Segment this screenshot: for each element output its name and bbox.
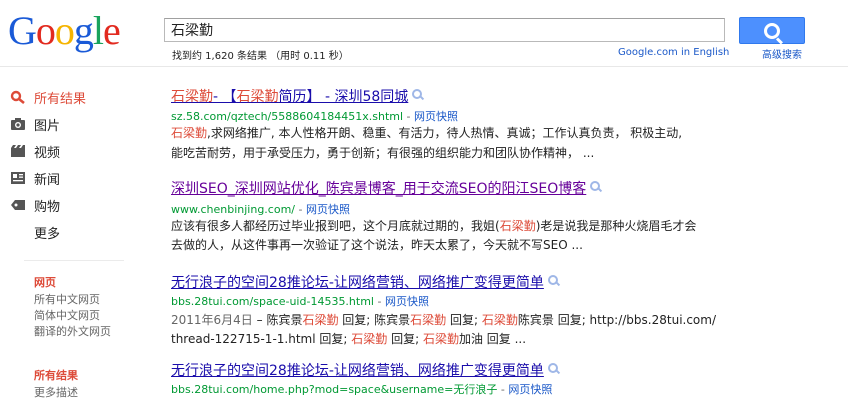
snippet-highlight: 石梁勤 [422,332,459,346]
snippet-date: 2011年6月4日 [171,313,253,327]
snippet-text: 能吃苦耐劳，用于承受压力，勇于创新；有很强的组织能力和团队协作精神， ... [171,146,595,160]
result-url: sz.58.com/qztech/5588604184451x.shtml - … [171,108,458,124]
url-text: bbs.28tui.com/home.php?mod=space&usernam… [171,383,498,396]
preview-magnifier-icon[interactable] [547,363,561,376]
nav-label: 更多 [34,226,61,242]
title-text: 无行浪子的空间28推论坛-让网络营销、网络推广变得更简单 [171,363,544,379]
logo-letter: G [8,8,37,53]
filter-simplified[interactable]: 简体中文网页 [34,307,100,323]
title-text: 无行浪子的空间28推论坛-让网络营销、网络推广变得更简单 [171,275,544,291]
preview-magnifier-icon[interactable] [547,275,561,288]
result-title-link[interactable]: 深圳SEO_深圳网站优化_陈宾景博客_用于交流SEO的阳江SEO博客 [171,178,603,198]
search-box[interactable] [164,18,725,42]
result-url: bbs.28tui.com/space-uid-14535.html - 网页快… [171,293,429,309]
result-snippet-line: 石梁勤,求网络推广, 本人性格开朗、稳重、有活力，待人热情、真诚；工作认真负责，… [171,124,682,142]
snippet-highlight: 石梁勤 [171,126,208,140]
nav-label: 所有结果 [34,91,87,107]
search-button[interactable] [739,17,805,44]
result-url: bbs.28tui.com/home.php?mod=space&usernam… [171,381,552,397]
result-title-link[interactable]: 无行浪子的空间28推论坛-让网络营销、网络推广变得更简单 [171,360,561,380]
google-logo[interactable]: Google [8,8,121,54]
filter-heading-web[interactable]: 网页 [34,274,56,290]
result-url: www.chenbinjing.com/ - 网页快照 [171,201,350,217]
logo-letter: e [103,8,121,53]
header-divider [0,66,848,67]
snippet-text: ,求网络推广, 本人性格开朗、稳重、有活力，待人热情、真诚；工作认真负责， 积极… [207,126,683,140]
cache-link[interactable]: 网页快照 [414,110,458,123]
result-title-link[interactable]: 无行浪子的空间28推论坛-让网络营销、网络推广变得更简单 [171,272,561,292]
nav-label: 新闻 [34,172,61,188]
title-text: - 【 [213,89,237,105]
snippet-text: 陈宾景 回复; http://bbs.28tui.com/ [517,313,717,327]
filter-translated[interactable]: 翻译的外文网页 [34,323,111,339]
result-snippet-line: 去做的人，从这件事再一次验证了这个说法，昨天太累了，今天就不写SEO ... [171,236,583,254]
search-icon [764,23,780,39]
url-text: www.chenbinjing.com/ [171,203,296,216]
filter-all-chinese[interactable]: 所有中文网页 [34,291,100,307]
title-text: 简历】 - 深圳58同城 [278,89,409,105]
snippet-text: 应该有很多人都经历过毕业报到吧，这个月底就过期的，我姐( [171,219,500,233]
newspaper-icon [11,172,25,184]
tag-icon [11,200,25,210]
result-title-link[interactable]: 石梁勤- 【石梁勤简历】 - 深圳58同城 [171,86,425,106]
snippet-text: 回复; [387,332,423,346]
search-icon [10,90,25,104]
logo-letter: g [73,8,94,53]
url-separator: - [403,110,414,123]
snippet-highlight: 石梁勤 [410,313,447,327]
cache-link[interactable]: 网页快照 [508,383,552,396]
cache-link[interactable]: 网页快照 [306,203,350,216]
snippet-text: )老是说我是那种火烧眉毛才会 [535,219,697,233]
highlight: 石梁勤 [236,89,279,105]
result-snippet-line: thread-122715-1-1.html 回复; 石梁勤 回复; 石梁勤加油… [171,330,526,348]
snippet-highlight: 石梁勤 [302,313,339,327]
logo-letter: l [92,8,104,53]
snippet-text: 去做的人，从这件事再一次验证了这个说法，昨天太累了，今天就不写SEO ... [171,238,583,252]
snippet-highlight: 石梁勤 [481,313,518,327]
url-separator: - [374,295,385,308]
result-stats: 找到约 1,620 条结果 （用时 0.11 秒） [172,51,349,62]
preview-magnifier-icon[interactable] [590,181,603,194]
url-separator: - [295,203,306,216]
logo-letter: o [35,8,56,53]
filter-heading-all-results[interactable]: 所有结果 [34,367,78,383]
result-snippet-line: 应该有很多人都经历过毕业报到吧，这个月底就过期的，我姐(石梁勤)老是说我是那种火… [171,217,696,235]
nav-label: 图片 [34,118,61,134]
snippet-text: 回复; 陈宾景 [338,313,411,327]
nav-label: 视频 [34,145,61,161]
cache-link[interactable]: 网页快照 [385,295,429,308]
url-text: sz.58.com/qztech/5588604184451x.shtml [171,110,404,123]
nav-label: 购物 [34,199,61,215]
search-input[interactable] [171,20,711,40]
nav-divider [24,260,124,261]
title-text: 深圳SEO_深圳网站优化_陈宾景博客_用于交流SEO的阳江SEO博客 [171,181,587,197]
snippet-text: 回复; [446,313,482,327]
filter-more-desc[interactable]: 更多描述 [34,384,78,400]
snippet-highlight: 石梁勤 [351,332,388,346]
result-snippet-line: 2011年6月4日 – 陈宾景石梁勤 回复; 陈宾景石梁勤 回复; 石梁勤陈宾景… [171,311,716,329]
snippet-text: 加油 回复 ... [458,332,527,346]
result-snippet-line: 能吃苦耐劳，用于承受压力，勇于创新；有很强的组织能力和团队协作精神， ... [171,144,594,162]
highlight: 石梁勤 [171,89,213,105]
url-text: bbs.28tui.com/space-uid-14535.html [171,295,374,308]
url-separator: - [497,383,509,396]
camera-icon [11,118,25,130]
film-icon [11,145,25,157]
logo-letter: o [54,8,75,53]
google-english-link[interactable]: Google.com in English [618,47,729,58]
snippet-text: – 陈宾景 [252,313,303,327]
snippet-highlight: 石梁勤 [499,219,536,233]
preview-magnifier-icon[interactable] [412,89,425,102]
advanced-search-link[interactable]: 高级搜索 [762,46,802,61]
snippet-text: thread-122715-1-1.html 回复; [171,332,352,346]
